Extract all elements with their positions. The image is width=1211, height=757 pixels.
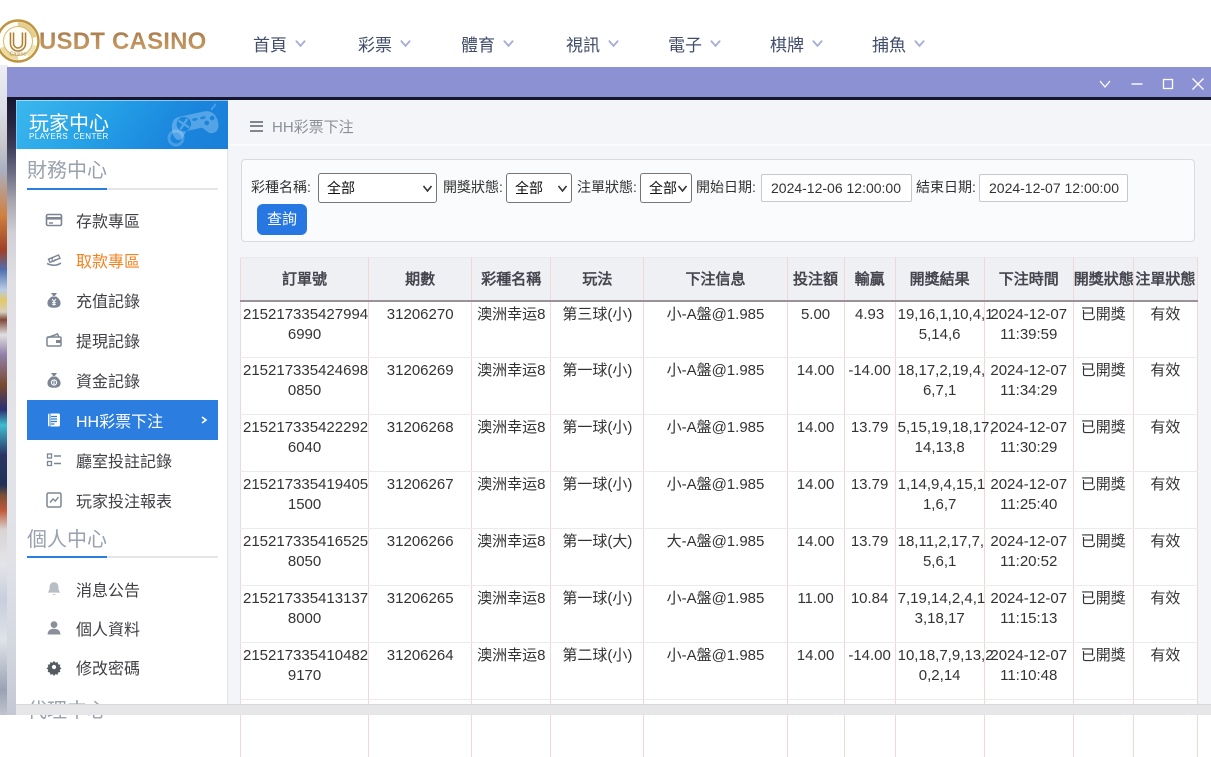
svg-text:Casino: Casino xyxy=(9,52,26,58)
